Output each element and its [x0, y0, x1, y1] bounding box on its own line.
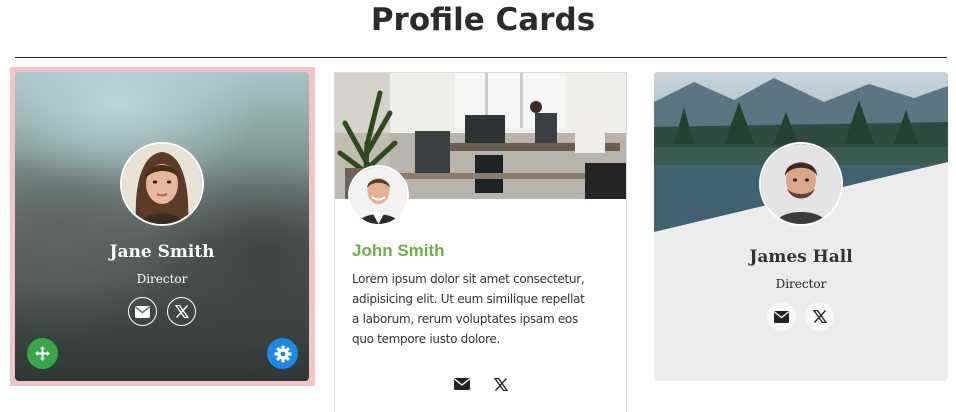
x-icon [494, 377, 508, 391]
move-button[interactable] [27, 338, 58, 369]
avatar [348, 165, 409, 226]
x-button[interactable] [490, 373, 512, 395]
x-button[interactable] [805, 302, 834, 331]
envelope-icon [454, 378, 470, 390]
page-title: Profile Cards [370, 2, 596, 38]
profile-name: Jane Smith [109, 242, 215, 262]
profile-card-john[interactable]: John Smith Lorem ipsum dolor sit amet co… [334, 72, 627, 412]
profile-name: James Hall [749, 247, 853, 267]
profile-role: Director [775, 277, 827, 291]
profile-card-james[interactable]: James Hall Director [654, 72, 948, 381]
x-button[interactable] [167, 297, 196, 326]
email-button[interactable] [128, 297, 157, 326]
envelope-icon [135, 305, 150, 318]
avatar [120, 142, 204, 226]
email-button[interactable] [451, 373, 473, 395]
profile-role: Director [136, 272, 188, 286]
x-icon [812, 310, 827, 323]
profile-name: John Smith [352, 241, 445, 260]
x-icon [174, 305, 189, 318]
email-button[interactable] [767, 302, 796, 331]
envelope-icon [774, 310, 789, 323]
profile-card-jane[interactable]: Jane Smith Director [15, 72, 309, 381]
move-icon [35, 346, 50, 361]
profile-bio: Lorem ipsum dolor sit amet consectetur, … [352, 272, 585, 346]
gear-icon [274, 345, 291, 362]
avatar [759, 142, 843, 226]
settings-button[interactable] [267, 338, 298, 369]
title-divider [15, 57, 947, 58]
